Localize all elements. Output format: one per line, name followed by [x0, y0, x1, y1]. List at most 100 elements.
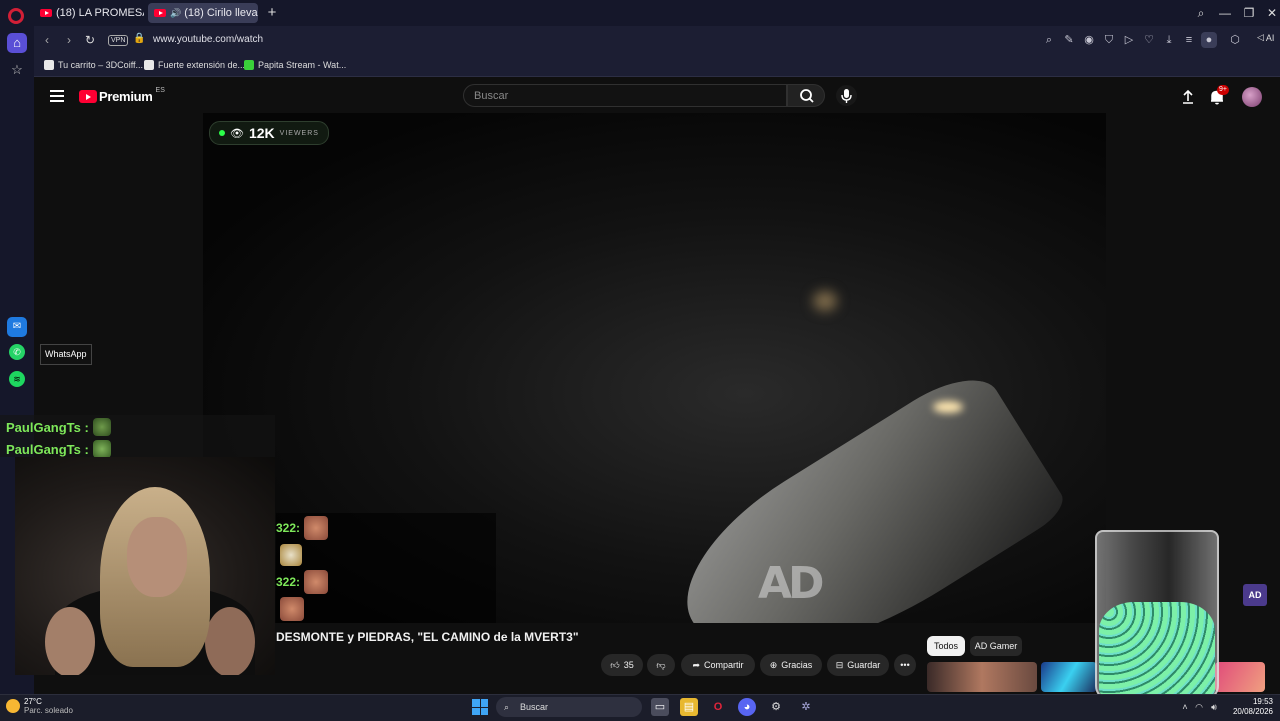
webcam-figure — [45, 607, 95, 675]
thumbs-up-icon: 👍︎ — [610, 659, 620, 670]
taskbar-search-label: Buscar — [520, 702, 549, 712]
logo-text: Premium — [99, 89, 153, 104]
extensions-cube-icon[interactable]: ⬡ — [1227, 32, 1243, 48]
restore-button[interactable]: ❐ — [1239, 4, 1259, 22]
clock-time: 19:53 — [1252, 697, 1273, 706]
webcam-figure — [127, 517, 187, 597]
steam-icon[interactable]: ⚙ — [767, 698, 785, 716]
bookmark-label: Papita Stream - Wat... — [258, 60, 347, 70]
ai-label: AI — [1265, 32, 1275, 43]
video-title: DESMONTE y PIEDRAS, "EL CAMINO de la MVE… — [276, 630, 579, 644]
ai-button[interactable]: ◁ AI — [1257, 32, 1274, 43]
like-button[interactable]: 👍︎ 35 — [601, 654, 643, 676]
edit-icon[interactable]: ✎ — [1061, 32, 1077, 48]
avatar[interactable] — [1242, 87, 1262, 107]
recommended-thumbnail[interactable] — [927, 662, 1037, 692]
face-emote-icon — [304, 570, 329, 594]
weather-widget[interactable]: 27°C Parc. soleado — [6, 697, 73, 715]
notification-badge: 9+ — [1217, 85, 1229, 95]
search-icon: ⌕ — [504, 702, 510, 712]
file-explorer-icon[interactable]: ▤ — [680, 698, 698, 716]
windows-start-icon[interactable] — [472, 699, 488, 715]
notifications-button[interactable]: 9+ — [1208, 85, 1229, 106]
profile-icon[interactable]: ● — [1201, 32, 1217, 48]
heart-icon[interactable]: ♡ — [1141, 32, 1157, 48]
thumbs-down-icon: 👎︎ — [656, 659, 666, 670]
chat-username: PaulGangTs : — [6, 419, 89, 435]
discord-icon[interactable]: ◕ — [738, 698, 756, 716]
jar-contents — [1099, 602, 1215, 697]
share-icon: ➦ — [692, 659, 701, 670]
menu-icon[interactable]: ≡ — [1181, 32, 1197, 48]
bookmark-item[interactable]: Fuerte extensión de... — [144, 57, 245, 73]
monkey-emote-icon — [280, 544, 302, 566]
forward-button[interactable]: › — [60, 31, 78, 49]
camera-icon[interactable]: ◉ — [1081, 32, 1097, 48]
youtube-logo[interactable]: Premium ES — [79, 87, 165, 104]
recommended-thumbnail[interactable] — [1215, 662, 1265, 692]
messenger-icon[interactable]: ✉ — [7, 317, 27, 337]
bookmark-favicon-icon — [244, 60, 254, 70]
save-button[interactable]: ⊟ Guardar — [827, 654, 889, 676]
taskbar-search[interactable]: ⌕ Buscar — [496, 697, 642, 717]
whatsapp-icon[interactable]: ✆ — [9, 344, 25, 360]
face-emote-icon — [304, 516, 329, 540]
back-button[interactable]: ‹ — [38, 31, 56, 49]
spotify-icon[interactable]: ≋ — [9, 371, 25, 387]
task-view-icon[interactable]: ▭ — [651, 698, 669, 716]
new-tab-button[interactable]: + — [264, 5, 280, 21]
opera-logo-icon[interactable] — [8, 8, 24, 24]
search-input[interactable]: Buscar — [463, 84, 787, 107]
upload-icon — [1183, 89, 1193, 104]
share-button[interactable]: ➦ Compartir — [681, 654, 755, 676]
more-actions-button[interactable]: ••• — [894, 654, 916, 676]
tip-jar-overlay — [1095, 530, 1219, 700]
browser-tab-2-active[interactable]: 🔊 (18) Cirilo lleva el AUTO — [148, 3, 258, 23]
tray-chevron-icon[interactable]: ˄ — [1179, 701, 1191, 713]
video-scene-light — [813, 291, 837, 311]
download-icon[interactable]: ⤓ — [1161, 32, 1177, 48]
volume-icon[interactable]: 🔊︎ — [1208, 701, 1220, 713]
minimize-button[interactable]: — — [1215, 4, 1235, 22]
search-page-icon[interactable]: ⌕ — [1041, 32, 1057, 48]
chat-username: PaulGangTs : — [6, 441, 89, 457]
chat-message — [280, 544, 302, 566]
bookmark-item[interactable]: Papita Stream - Wat... — [244, 57, 346, 73]
dislike-button[interactable]: 👎︎ — [647, 654, 675, 676]
voice-search-button[interactable] — [836, 85, 857, 106]
recommended-thumbnail[interactable] — [1041, 662, 1097, 692]
pepe-emote-icon — [92, 418, 111, 436]
chip-ad-gamer[interactable]: AD Gamer — [970, 636, 1022, 656]
home-icon[interactable]: ⌂ — [7, 33, 27, 53]
chip-all[interactable]: Todos — [927, 636, 965, 656]
url-field[interactable]: www.youtube.com/watch — [153, 31, 573, 49]
browser-tab-1[interactable]: (18) LA PROMESA de King — [34, 3, 144, 23]
share-label: Compartir — [704, 660, 744, 670]
settings-gear-icon[interactable]: ✲ — [797, 698, 815, 716]
speaker-icon[interactable]: 🔊 — [170, 8, 181, 19]
close-window-button[interactable]: ✕ — [1262, 4, 1280, 22]
bookmarks-star-icon[interactable]: ☆ — [7, 60, 27, 80]
tab-label: (18) LA PROMESA de King — [56, 7, 144, 19]
shield-icon[interactable]: ⛉ — [1101, 32, 1117, 48]
like-count: 35 — [623, 660, 634, 670]
hamburger-menu-icon[interactable] — [50, 90, 64, 102]
thanks-icon: ⊕ — [769, 659, 778, 670]
live-viewers-badge: 👁 12K VIEWERS — [209, 121, 329, 145]
opera-taskbar-icon[interactable]: O — [709, 698, 727, 716]
thanks-button[interactable]: ⊕ Gracias — [760, 654, 822, 676]
microphone-icon — [841, 89, 852, 103]
save-label: Guardar — [847, 660, 881, 670]
reload-icon[interactable]: ↻ — [81, 31, 99, 49]
player-icon[interactable]: ▷ — [1121, 32, 1137, 48]
video-scene-car — [655, 360, 1071, 623]
bookmark-favicon-icon — [44, 60, 54, 70]
tab-search-icon[interactable]: ⌕ — [1191, 4, 1211, 22]
taskbar-clock[interactable]: 19:53 20/08/2026 — [1225, 697, 1273, 717]
search-icon — [800, 89, 814, 103]
vpn-badge[interactable]: VPN — [108, 35, 129, 46]
upload-button[interactable] — [1179, 88, 1197, 106]
bookmark-item[interactable]: Tu carrito – 3DCoiff... — [44, 57, 143, 73]
search-button[interactable] — [787, 84, 825, 107]
wifi-icon[interactable]: ◠ — [1193, 701, 1205, 713]
